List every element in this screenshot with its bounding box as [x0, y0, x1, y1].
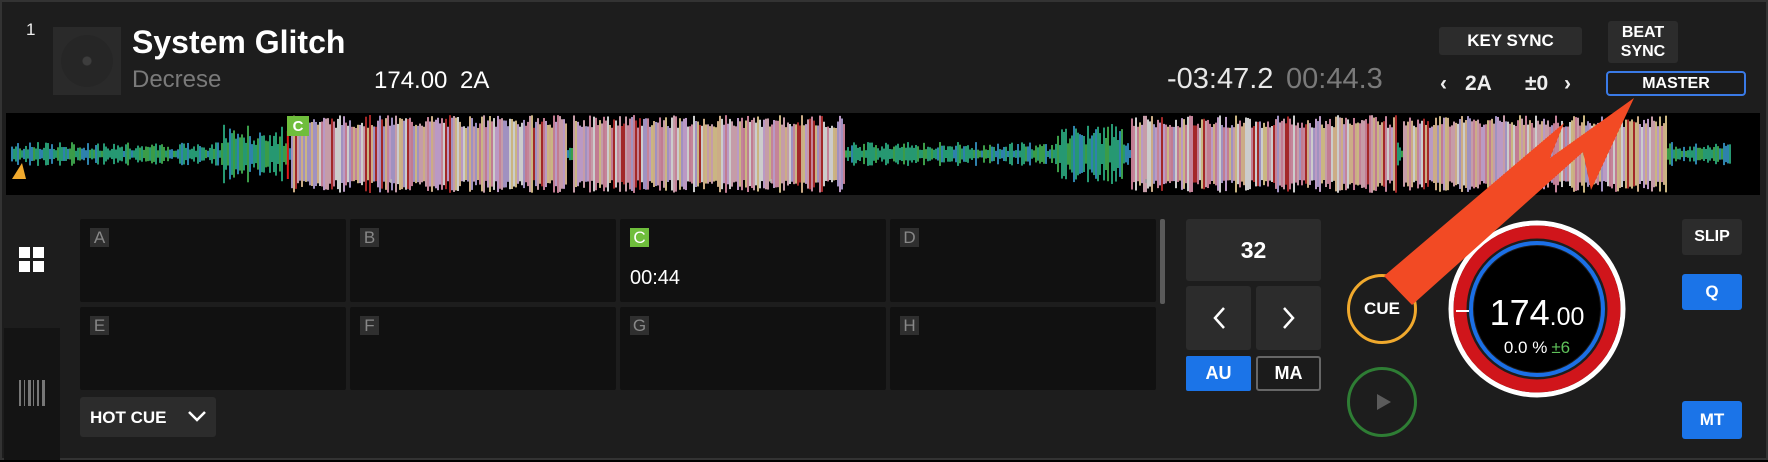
pad-mode-dropdown[interactable]: HOT CUE — [80, 397, 216, 437]
quantize-button[interactable]: Q — [1682, 274, 1742, 310]
hot-cue-pad-h[interactable]: H — [890, 307, 1156, 390]
album-art — [53, 27, 121, 95]
chevron-left-icon — [1212, 307, 1225, 329]
pad-label: G — [630, 316, 649, 335]
hot-cue-pad-c[interactable]: C 00:44 — [620, 219, 886, 302]
overview-waveform[interactable] — [6, 113, 1760, 195]
hot-cue-pad-d[interactable]: D — [890, 219, 1156, 302]
hot-cue-pad-b[interactable]: B — [350, 219, 616, 302]
key-value: 2A — [1465, 72, 1492, 95]
pitch-range: ±6 — [1551, 338, 1571, 357]
master-button[interactable]: MASTER — [1606, 71, 1746, 96]
key-sync-button[interactable]: KEY SYNC — [1439, 27, 1582, 55]
track-title: System Glitch — [132, 24, 346, 60]
pad-label: C — [630, 228, 649, 247]
track-key: 2A — [460, 67, 490, 94]
pad-time: 00:44 — [630, 267, 681, 289]
track-start-marker — [12, 163, 26, 179]
slip-button[interactable]: SLIP — [1682, 219, 1742, 255]
track-bpm: 174.00 — [374, 67, 448, 94]
chevron-down-icon — [188, 411, 206, 422]
track-artist: Decrese — [132, 66, 222, 93]
key-offset: ±0 — [1525, 72, 1549, 95]
manual-loop-button[interactable]: MA — [1256, 356, 1321, 391]
vinyl-disc-icon — [61, 35, 113, 87]
chevron-right-icon — [1282, 307, 1295, 329]
deck-number: 1 — [26, 20, 36, 39]
beat-sync-button[interactable]: BEAT SYNC — [1608, 21, 1678, 63]
key-down-button[interactable]: ‹ — [1440, 72, 1447, 96]
jog-pitch: 0.0 % ±6 — [1503, 338, 1571, 357]
pad-grid-icon[interactable] — [19, 247, 45, 273]
pad-mode-label: HOT CUE — [90, 408, 167, 427]
jog-bpm: 174.00 — [1489, 292, 1585, 333]
auto-loop-button[interactable]: AU — [1186, 356, 1251, 391]
pad-label: E — [90, 316, 109, 335]
play-icon — [1377, 394, 1391, 410]
play-button[interactable] — [1347, 367, 1417, 437]
key-up-button[interactable]: › — [1564, 72, 1571, 96]
loop-double-button[interactable] — [1256, 286, 1321, 350]
library-icon[interactable] — [19, 380, 45, 406]
cue-button[interactable]: CUE — [1347, 274, 1417, 344]
hot-cue-pad-f[interactable]: F — [350, 307, 616, 390]
hot-cue-pad-a[interactable]: A — [80, 219, 346, 302]
pad-label: A — [90, 228, 109, 247]
time-remaining: -03:47.2 — [1167, 63, 1274, 95]
view-switcher — [4, 198, 60, 460]
pads-scrollbar[interactable] — [1160, 219, 1165, 304]
pad-label: F — [360, 316, 379, 335]
loop-halve-button[interactable] — [1186, 286, 1251, 350]
hot-cue-pad-e[interactable]: E — [80, 307, 346, 390]
deck-panel: 1 System Glitch Decrese 174.00 2A -03:47… — [0, 0, 1768, 460]
pad-label: H — [900, 316, 919, 335]
loop-length[interactable]: 32 — [1186, 219, 1321, 281]
master-tempo-button[interactable]: MT — [1682, 401, 1742, 439]
pad-label: D — [900, 228, 919, 247]
hot-cue-pad-g[interactable]: G — [620, 307, 886, 390]
pad-label: B — [360, 228, 379, 247]
time-elapsed: 00:44.3 — [1286, 63, 1383, 95]
waveform-cue-marker[interactable]: C — [287, 116, 309, 136]
